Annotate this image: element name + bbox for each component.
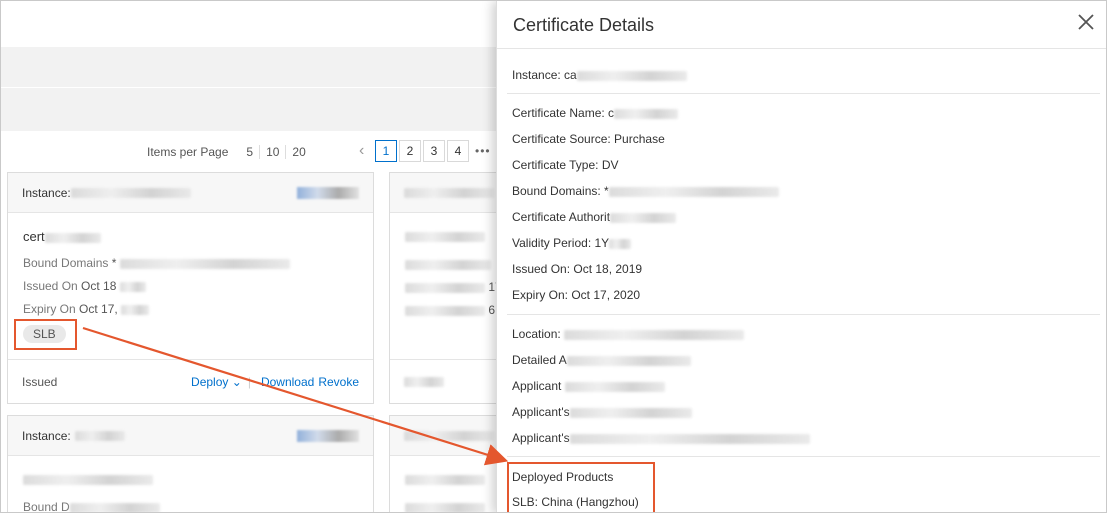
vendor-logo: [297, 429, 359, 442]
detail-instance: Instance: ca: [512, 68, 687, 82]
instance-value-redacted: [70, 187, 191, 198]
certificate-details-drawer: Certificate Details Instance: ca Certifi…: [496, 1, 1106, 512]
card-header: Instance:: [8, 416, 373, 456]
drawer-title: Certificate Details: [513, 15, 655, 35]
detail-location: Location:: [512, 327, 745, 341]
detail-certificate-type: Certificate Type: DV: [512, 158, 619, 172]
divider: [507, 456, 1100, 457]
partial-text: 6: [488, 303, 496, 317]
more-pages-ellipsis[interactable]: •••: [475, 144, 491, 158]
pagination: ‹ 1 2 3 4 •••: [359, 140, 491, 162]
detail-bound-domains: Bound Domains: *: [512, 184, 779, 198]
vendor-logo: [297, 186, 359, 199]
page-2-button[interactable]: 2: [399, 140, 421, 162]
issued-on-row: Issued On Oct 18: [23, 279, 358, 293]
page-4-button[interactable]: 4: [447, 140, 469, 162]
status-text: Issued: [22, 374, 58, 389]
page-size-10[interactable]: 10: [260, 145, 287, 159]
detail-detailed-address: Detailed A: [512, 353, 691, 367]
expiry-on-row: Expiry On Oct 17,: [23, 302, 358, 316]
detail-certificate-source: Certificate Source: Purchase: [512, 132, 665, 146]
page-size-selector: Items per Page 5 10 20: [147, 141, 312, 163]
instance-label: Instance:: [22, 428, 71, 443]
divider: [507, 314, 1100, 315]
screenshot-frame: Items per Page 5 10 20 ‹ 1 2 3 4 ••• Ins…: [0, 0, 1107, 513]
chevron-left-icon[interactable]: ‹: [359, 142, 373, 160]
instance-label: Instance:: [22, 185, 71, 200]
close-icon[interactable]: [1074, 10, 1098, 34]
divider: |: [247, 374, 251, 389]
divider: [507, 93, 1100, 94]
instance-value-redacted: [74, 430, 125, 441]
certificate-card: Instance: cert Bound Domains * Issued On…: [7, 172, 374, 404]
page-3-button[interactable]: 3: [423, 140, 445, 162]
annotation-highlight-slb-tag: [14, 319, 77, 350]
card-footer: Issued Deploy ⌄ | Download Revoke: [8, 359, 373, 403]
revoke-link[interactable]: Revoke: [318, 375, 359, 389]
certificate-card: Instance: Bound D: [7, 415, 374, 512]
deploy-button[interactable]: Deploy ⌄: [191, 375, 242, 389]
detail-issued-on: Issued On: Oct 18, 2019: [512, 262, 643, 276]
detail-applicant-email: Applicant's: [512, 431, 810, 445]
filter-band: [1, 88, 501, 131]
detail-expiry-on: Expiry On: Oct 17, 2020: [512, 288, 641, 302]
page-1-button[interactable]: 1: [375, 140, 397, 162]
detail-applicant-phone: Applicant's: [512, 405, 692, 419]
detail-certificate-authority: Certificate Authorit: [512, 210, 677, 224]
toolbar-band: [1, 47, 501, 87]
bound-domains-row: Bound Domains *: [23, 256, 358, 270]
chevron-down-icon: ⌄: [231, 374, 242, 389]
card-header: Instance:: [8, 173, 373, 213]
page-size-5[interactable]: 5: [240, 145, 261, 159]
detail-applicant: Applicant: [512, 379, 665, 393]
bound-domains-row: Bound D: [23, 500, 358, 512]
items-per-page-label: Items per Page: [147, 145, 229, 159]
detail-validity-period: Validity Period: 1Y: [512, 236, 632, 250]
detail-certificate-name: Certificate Name: c: [512, 106, 679, 120]
download-link[interactable]: Download: [261, 375, 314, 389]
page-size-20[interactable]: 20: [286, 145, 311, 159]
annotation-highlight-deployed-products: [507, 462, 655, 512]
certificate-name: cert: [23, 229, 358, 244]
divider: [497, 48, 1106, 49]
